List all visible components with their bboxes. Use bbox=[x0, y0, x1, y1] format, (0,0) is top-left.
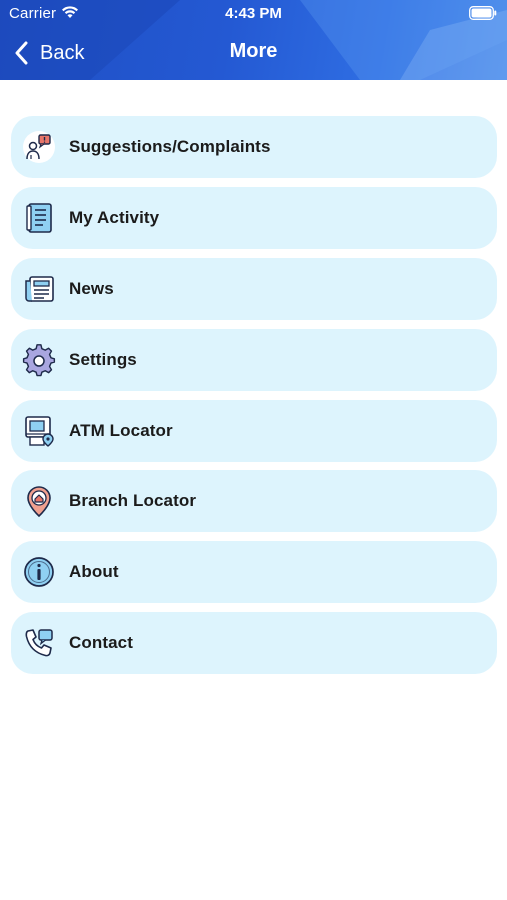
phone-chat-icon bbox=[21, 625, 57, 661]
branch-location-icon bbox=[21, 483, 57, 519]
menu-item-label: About bbox=[69, 562, 119, 582]
page-title: More bbox=[229, 40, 278, 62]
menu-item-label: ATM Locator bbox=[69, 420, 173, 440]
status-bar: Carrier 4:43 PM bbox=[0, 0, 507, 28]
menu-list: Suggestions/Complaints My Activity News … bbox=[11, 116, 497, 683]
menu-item-suggestions-complaints[interactable]: Suggestions/Complaints bbox=[11, 116, 497, 178]
menu-item-settings[interactable]: Settings bbox=[11, 328, 497, 391]
menu-item-news[interactable]: News bbox=[11, 257, 497, 320]
menu-item-atm-locator[interactable]: ATM Locator bbox=[11, 399, 497, 462]
menu-item-label: Contact bbox=[69, 633, 133, 653]
gear-icon bbox=[21, 342, 57, 378]
menu-item-about[interactable]: About bbox=[11, 541, 497, 604]
more-screen: Carrier 4:43 PM Back More Suggestions/Co… bbox=[0, 0, 507, 900]
menu-item-my-activity[interactable]: My Activity bbox=[11, 186, 497, 249]
battery-icon bbox=[469, 6, 497, 20]
header: Carrier 4:43 PM Back More bbox=[0, 0, 507, 80]
menu-item-label: Branch Locator bbox=[69, 491, 197, 511]
menu-item-contact[interactable]: Contact bbox=[11, 612, 497, 675]
news-icon bbox=[21, 271, 57, 307]
status-time: 4:43 PM bbox=[225, 5, 282, 22]
menu-item-label: My Activity bbox=[69, 207, 160, 227]
menu-item-label: News bbox=[69, 278, 114, 298]
navigation-bar: Back More bbox=[0, 30, 507, 76]
info-icon bbox=[21, 554, 57, 590]
feedback-icon bbox=[21, 129, 57, 165]
menu-item-label: Suggestions/Complaints bbox=[69, 137, 271, 156]
activity-icon bbox=[21, 200, 57, 236]
menu-item-label: Settings bbox=[69, 349, 137, 369]
menu-item-branch-locator[interactable]: Branch Locator bbox=[11, 470, 497, 533]
atm-location-icon bbox=[21, 413, 57, 449]
